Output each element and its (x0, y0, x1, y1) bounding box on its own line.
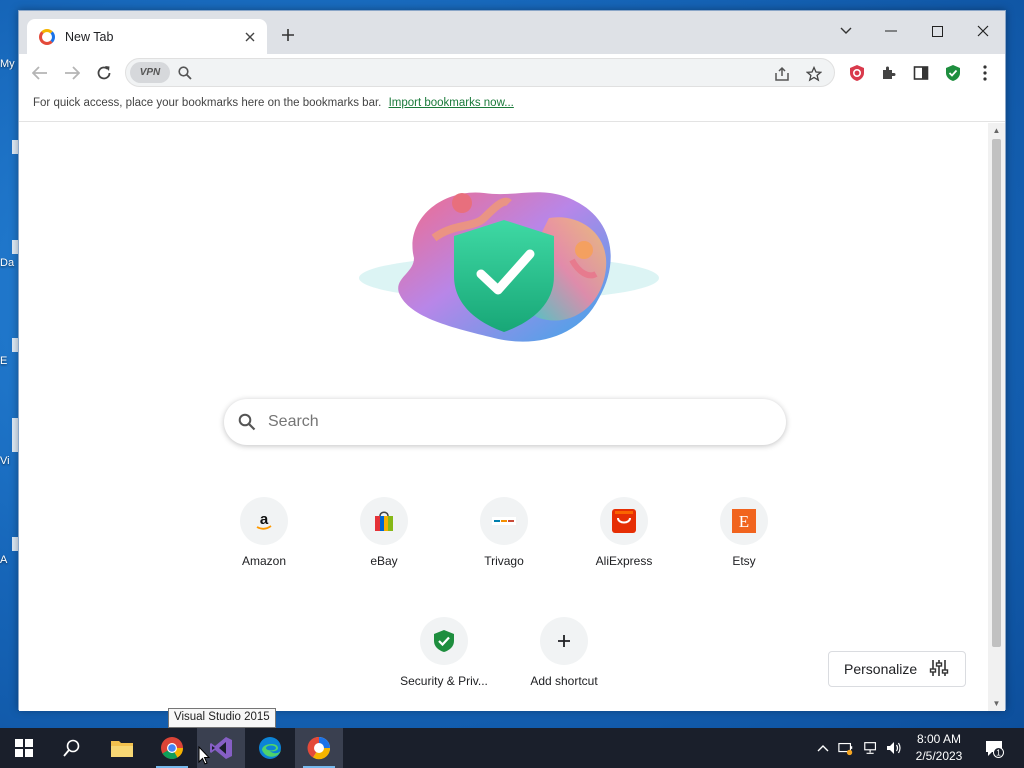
address-input[interactable] (200, 63, 760, 83)
vpn-button[interactable]: VPN (130, 62, 170, 83)
shortcut-ebay[interactable]: eBay (328, 497, 440, 593)
taskbar-avast-secure-browser[interactable] (295, 728, 343, 768)
minimize-icon[interactable] (868, 17, 914, 45)
import-bookmarks-link[interactable]: Import bookmarks now... (389, 97, 514, 109)
menu-kebab-icon[interactable] (974, 62, 996, 84)
mouse-cursor-icon (198, 746, 210, 765)
taskbar-tooltip: Visual Studio 2015 (168, 708, 276, 728)
avast-browser-icon (307, 736, 331, 760)
shortcut-label: Add shortcut (530, 674, 598, 688)
bookmarks-bar: For quick access, place your bookmarks h… (19, 90, 1005, 122)
start-button[interactable] (0, 728, 48, 768)
shortcut-label: Trivago (484, 554, 524, 568)
desktop-icon-da[interactable]: Da (0, 257, 18, 269)
scroll-down-icon[interactable]: ▼ (992, 699, 1001, 708)
aliexpress-icon (600, 497, 648, 545)
show-hidden-icons-chevron-icon[interactable] (815, 740, 831, 756)
chrome-icon (161, 737, 183, 759)
scroll-thumb[interactable] (992, 139, 1001, 647)
new-tab-button[interactable] (277, 25, 299, 47)
sliders-icon (929, 658, 949, 681)
taskbar-file-explorer[interactable] (98, 728, 146, 768)
edge-icon (259, 737, 281, 759)
network-icon[interactable] (863, 740, 879, 756)
close-window-icon[interactable] (960, 17, 1006, 45)
personalize-label: Personalize (844, 661, 918, 677)
visual-studio-icon (210, 737, 232, 759)
clock-date: 2/5/2023 (915, 749, 963, 763)
notification-center-icon[interactable]: 1 (984, 738, 1004, 758)
reload-icon[interactable] (91, 60, 117, 86)
search-icon (238, 413, 256, 436)
security-shield-icon (420, 617, 468, 665)
bookmark-star-icon[interactable] (804, 64, 824, 84)
desktop-icon-e[interactable]: E (0, 355, 18, 367)
svg-text:E: E (739, 512, 749, 531)
shortcut-label: Amazon (241, 554, 287, 568)
notification-count: 1 (996, 748, 1001, 758)
shortcut-aliexpress[interactable]: AliExpress (568, 497, 680, 593)
tab-title: New Tab (65, 29, 114, 44)
search-icon (63, 739, 80, 757)
taskbar-clock[interactable]: 8:00 AM 2/5/2023 (905, 731, 973, 765)
search-icon (178, 66, 192, 85)
plus-icon (540, 617, 588, 665)
tab-search-chevron-icon[interactable] (823, 17, 869, 45)
shortcut-label: Security & Priv... (400, 674, 488, 688)
back-arrow-icon[interactable] (27, 60, 53, 86)
maximize-icon[interactable] (914, 17, 960, 45)
tab-strip: New Tab (19, 11, 1005, 54)
shortcut-label: Etsy (732, 554, 756, 568)
shortcut-label: AliExpress (595, 554, 653, 568)
side-panel-icon[interactable] (910, 62, 932, 84)
amazon-icon: a (240, 497, 288, 545)
shortcut-security-privacy[interactable]: Security & Priv... (388, 617, 500, 713)
security-hero-illustration (359, 192, 659, 342)
extensions-puzzle-icon[interactable] (878, 62, 900, 84)
taskbar-search-button[interactable] (48, 728, 96, 768)
shortcut-trivago[interactable]: Trivago (448, 497, 560, 593)
shortcut-amazon[interactable]: a Amazon (208, 497, 320, 593)
ebay-icon (360, 497, 408, 545)
svg-text:a: a (260, 511, 269, 528)
address-bar[interactable]: VPN (125, 58, 835, 87)
windows-logo-icon (15, 739, 33, 757)
personalize-button[interactable]: Personalize (828, 651, 966, 687)
new-tab-page: a Amazon eBay Trivago AliExpress E (19, 123, 989, 711)
desktop-icon-vi[interactable]: Vi (0, 455, 18, 467)
clock-time: 8:00 AM (916, 732, 962, 746)
page-scrollbar[interactable]: ▲ ▼ (988, 123, 1005, 711)
avast-extension-icon[interactable] (846, 62, 868, 84)
browser-favicon-icon (39, 28, 55, 45)
share-icon[interactable] (772, 64, 792, 84)
taskbar-edge[interactable] (246, 728, 294, 768)
ntp-search-input[interactable] (268, 411, 748, 433)
taskbar: 8:00 AM 2/5/2023 1 (0, 728, 1024, 768)
volume-icon[interactable] (886, 740, 902, 756)
browser-window: New Tab VPN For quick access, place your… (18, 10, 1006, 711)
scroll-up-icon[interactable]: ▲ (992, 126, 1001, 135)
desktop-icon-my[interactable]: My (0, 58, 18, 70)
folder-icon (111, 741, 133, 757)
close-tab-icon[interactable] (241, 28, 259, 46)
taskbar-chrome[interactable] (148, 728, 196, 768)
shortcut-etsy[interactable]: E Etsy (688, 497, 800, 593)
security-shield-icon[interactable] (942, 62, 964, 84)
desktop-icon-a[interactable]: A (0, 554, 18, 566)
browser-toolbar: VPN (19, 54, 1005, 90)
tab-new-tab[interactable]: New Tab (27, 19, 267, 54)
bookmarks-bar-hint: For quick access, place your bookmarks h… (33, 97, 382, 109)
forward-arrow-icon[interactable] (59, 60, 85, 86)
etsy-icon: E (720, 497, 768, 545)
shortcut-label: eBay (370, 554, 398, 568)
trivago-icon (480, 497, 528, 545)
battery-warning-icon[interactable] (838, 740, 854, 756)
add-shortcut-button[interactable]: Add shortcut (508, 617, 620, 713)
ntp-search-box[interactable] (224, 399, 786, 445)
